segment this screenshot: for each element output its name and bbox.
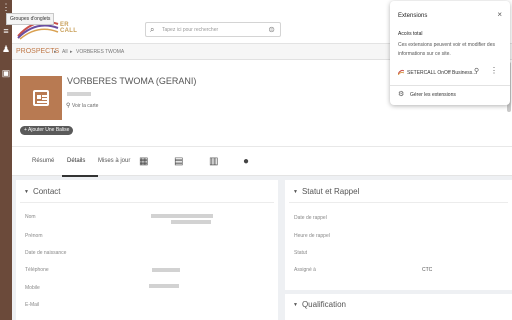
location-pin-icon: ⚲: [66, 103, 71, 109]
field-label-phone: Téléphone: [25, 267, 49, 273]
left-sidebar: ⋮ ≡ ♟ ▣: [0, 0, 12, 320]
more-options-icon[interactable]: ⋮: [490, 66, 498, 75]
chat-icon[interactable]: ●: [243, 156, 249, 167]
search-icon: ⌕: [150, 25, 155, 34]
pin-icon[interactable]: ⚲: [474, 67, 479, 75]
brand-logo-text: ER CALL: [60, 22, 78, 34]
field-label-status: Statut: [294, 250, 308, 256]
search-input[interactable]: Tapez ici pour rechercher: [162, 27, 218, 33]
breadcrumb-separator-icon: ▸: [70, 49, 73, 55]
view-map-link[interactable]: Voir la carte: [72, 103, 98, 109]
qualification-panel-title[interactable]: ▼ Qualification: [293, 300, 346, 309]
field-label-callback-date: Date de rappel: [294, 215, 327, 221]
tab-groups-icon[interactable]: ⋮: [1, 2, 11, 12]
breadcrumb-separator-icon: ▸: [54, 49, 57, 55]
field-label-assigned: Assigné à: [294, 267, 316, 273]
contacts-icon[interactable]: ♟: [1, 44, 11, 54]
avatar: [20, 76, 62, 120]
breadcrumb-prospects[interactable]: PROSPECTS: [16, 48, 59, 55]
field-label-firstname: Prénom: [25, 233, 43, 239]
popup-divider: [390, 85, 510, 86]
extensions-access-heading: Accès total: [398, 31, 423, 37]
tab-summary[interactable]: Résumé: [32, 158, 54, 164]
breadcrumb-all[interactable]: All: [62, 49, 68, 55]
qualification-panel: ▼ Qualification: [285, 294, 512, 320]
search-options-icon[interactable]: ⊜: [268, 25, 275, 34]
field-label-name: Nom: [25, 214, 36, 220]
breadcrumb-current: VORBERES TWOMA: [76, 49, 125, 55]
tab-updates[interactable]: Mises à jour: [98, 158, 130, 164]
collapse-chevron-icon: ▼: [24, 189, 29, 195]
menu-icon[interactable]: ≡: [1, 26, 11, 36]
contact-panel-title[interactable]: ▼ Contact: [24, 187, 61, 196]
field-value-mobile-redacted: [149, 284, 179, 288]
panel-divider: [20, 202, 274, 203]
add-tag-button[interactable]: + Ajouter Une Balise: [20, 126, 74, 135]
document-icon[interactable]: ▤: [174, 156, 183, 167]
extension-item-name[interactable]: SETERCALL OnOff Business...: [407, 70, 476, 76]
extension-logo-icon: [398, 69, 404, 75]
contact-card-icon: [33, 90, 49, 106]
prospect-subtitle-redacted: [67, 92, 91, 96]
tab-details[interactable]: Détails: [67, 158, 85, 164]
field-label-email: E-Mail: [25, 302, 40, 308]
field-value-assigned: CTC: [422, 267, 433, 273]
extensions-popup: Extensions × Accès total Ces extensions …: [390, 1, 510, 105]
active-tab-indicator: [62, 175, 98, 177]
field-label-birthdate: Date de naissance: [25, 250, 67, 256]
settings-gear-icon: ⚙: [398, 91, 405, 98]
status-panel: ▼ Statut et Rappel Date de rappel Heure d…: [285, 180, 512, 290]
file-icon[interactable]: ▥: [209, 156, 218, 167]
status-panel-title[interactable]: ▼ Statut et Rappel: [293, 187, 359, 196]
collapse-chevron-icon: ▼: [293, 189, 298, 195]
panel-divider: [289, 202, 508, 203]
prospect-name: VORBERES TWOMA (GERANI): [67, 76, 197, 86]
field-value-name-redacted: [171, 220, 211, 224]
extensions-description: Ces extensions peuvent voir et modifier …: [398, 42, 495, 57]
detail-tabs: Résumé Détails Mises à jour ▦ ▤ ▥ ●: [12, 146, 512, 177]
search-bar[interactable]: ⌕ Tapez ici pour rechercher ⊜: [145, 22, 281, 37]
extensions-title: Extensions: [398, 13, 428, 19]
field-label-mobile: Mobile: [25, 285, 40, 291]
tab-groups-tooltip: Groupes d'onglets: [6, 13, 55, 25]
manage-extensions-link[interactable]: Gérer les extensions: [410, 92, 456, 98]
calendar-icon[interactable]: ▦: [139, 156, 148, 167]
field-label-callback-time: Heure de rappel: [294, 233, 330, 239]
field-value-phone-redacted: [152, 268, 180, 272]
field-value-name-redacted: [151, 214, 213, 218]
collapse-chevron-icon: ▼: [293, 302, 298, 308]
close-icon[interactable]: ×: [497, 10, 502, 19]
agenda-icon[interactable]: ▣: [1, 68, 11, 78]
contact-panel: ▼ Contact Nom Prénom Date de naissance Té…: [16, 180, 278, 320]
